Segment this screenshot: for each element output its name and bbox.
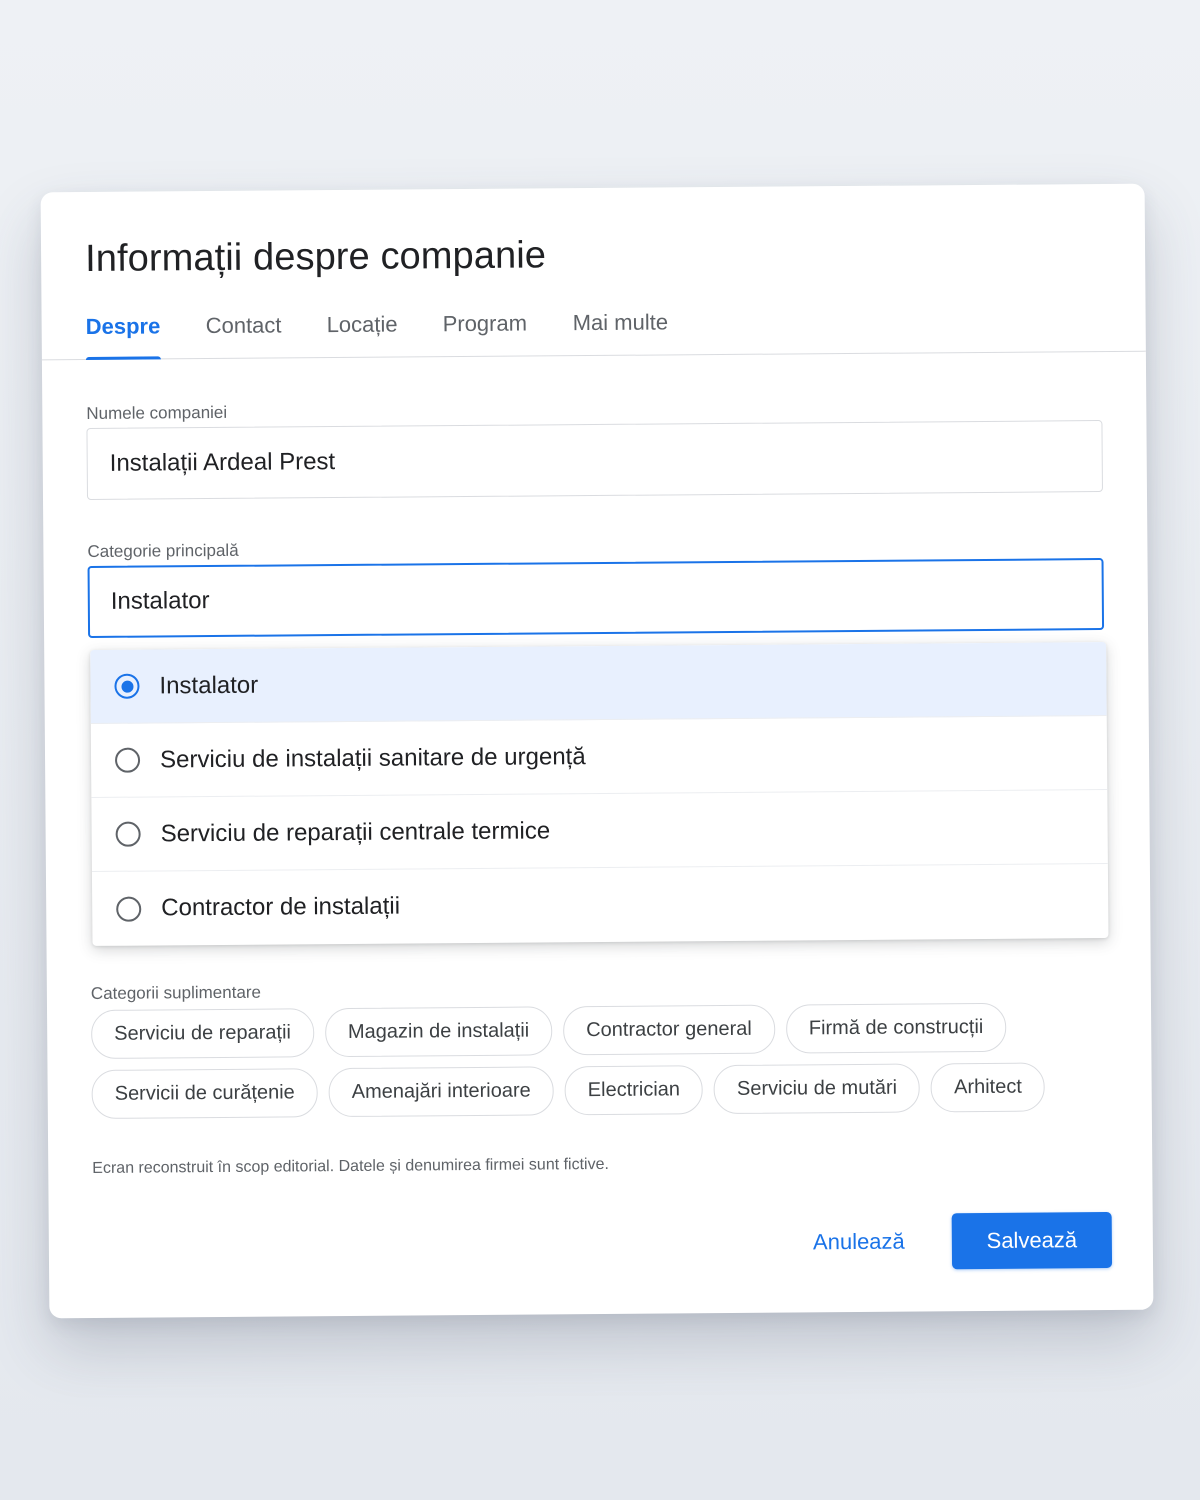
save-button[interactable]: Salvează bbox=[951, 1211, 1113, 1270]
tab-bar: Despre Contact Locație Program Mai multe bbox=[41, 293, 1146, 361]
category-chip[interactable]: Arhitect bbox=[930, 1062, 1046, 1113]
company-name-label: Numele companiei bbox=[86, 402, 228, 424]
chip-row: Serviciu de reparații Magazin de instala… bbox=[91, 1002, 1111, 1059]
category-dropdown: Instalator Serviciu de instalații sanita… bbox=[90, 641, 1109, 946]
category-chip[interactable]: Contractor general bbox=[562, 1004, 776, 1056]
dropdown-option[interactable]: Instalator bbox=[90, 641, 1107, 724]
category-chip[interactable]: Servicii de curățenie bbox=[91, 1068, 318, 1119]
category-chip[interactable]: Firmă de construcții bbox=[785, 1002, 1007, 1054]
radio-icon bbox=[116, 896, 142, 922]
option-label: Serviciu de reparații centrale termice bbox=[160, 816, 551, 847]
radio-icon bbox=[114, 747, 141, 773]
radio-icon bbox=[115, 821, 141, 847]
company-info-dialog: Informații despre companie Despre Contac… bbox=[40, 183, 1154, 1319]
tab-despre[interactable]: Despre bbox=[86, 313, 161, 360]
cancel-button[interactable]: Anulează bbox=[794, 1213, 924, 1270]
dropdown-option[interactable]: Serviciu de instalații sanitare de urgen… bbox=[90, 715, 1108, 798]
category-chip[interactable]: Magazin de instalații bbox=[324, 1006, 553, 1058]
dropdown-option[interactable]: Serviciu de reparații centrale termice bbox=[91, 789, 1108, 872]
dropdown-option[interactable]: Contractor de instalații bbox=[92, 864, 1109, 946]
editorial-note: Ecran reconstruit în scop editorial. Dat… bbox=[92, 1155, 609, 1177]
option-label: Contractor de instalații bbox=[161, 892, 401, 922]
category-chip[interactable]: Amenajări interioare bbox=[328, 1066, 554, 1118]
additional-categories-label: Categorii suplimentare bbox=[90, 982, 262, 1003]
tab-program[interactable]: Program bbox=[443, 311, 528, 358]
page-background: Informații despre companie Despre Contac… bbox=[0, 0, 1200, 1500]
tab-contact[interactable]: Contact bbox=[206, 312, 282, 359]
additional-categories-chips: Serviciu de reparații Magazin de instala… bbox=[91, 1002, 1112, 1130]
primary-category-label: Categorie principală bbox=[87, 540, 239, 561]
category-chip[interactable]: Electrician bbox=[564, 1065, 704, 1116]
dialog-title: Informații despre companie bbox=[84, 234, 547, 281]
option-label: Serviciu de instalații sanitare de urgen… bbox=[159, 742, 586, 773]
company-name-input[interactable]: Instalații Ardeal Prest bbox=[86, 420, 1103, 500]
tab-mai-multe[interactable]: Mai multe bbox=[573, 309, 669, 356]
tab-locatie[interactable]: Locație bbox=[327, 312, 398, 359]
chip-row: Servicii de curățenie Amenajări interioa… bbox=[91, 1062, 1111, 1119]
primary-category-input[interactable]: Instalator bbox=[87, 558, 1105, 638]
option-label: Instalator bbox=[159, 671, 259, 699]
category-chip[interactable]: Serviciu de reparații bbox=[91, 1008, 315, 1059]
category-chip[interactable]: Serviciu de mutări bbox=[713, 1063, 921, 1115]
radio-selected-icon bbox=[114, 673, 140, 699]
